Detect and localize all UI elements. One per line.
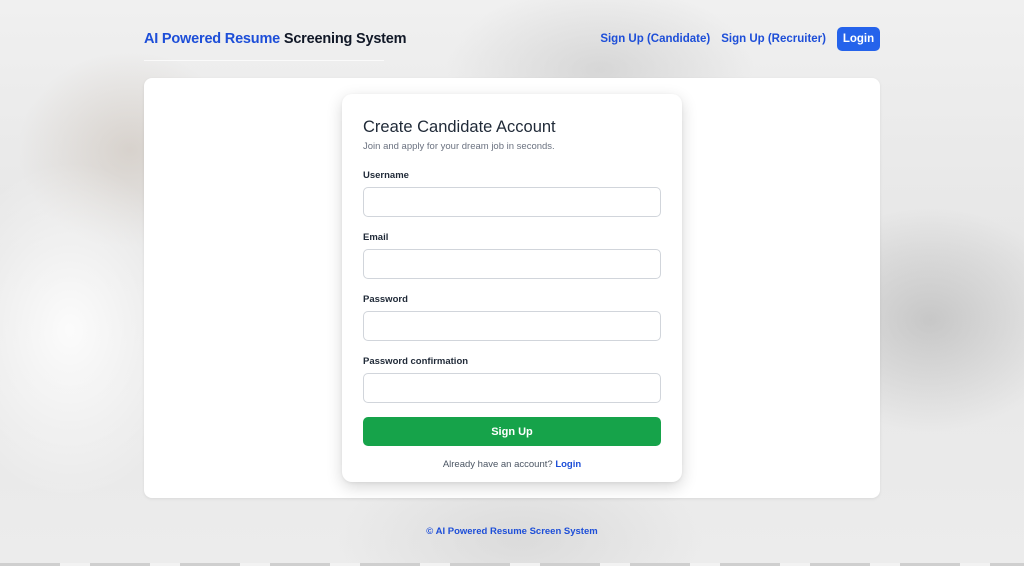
footer-text: AI Powered Resume Screen System bbox=[435, 526, 598, 537]
brand-rest: Screening System bbox=[280, 31, 407, 47]
login-prompt-text: Already have an account? bbox=[442, 459, 553, 470]
username-field-group: Username bbox=[363, 170, 661, 217]
brand-underline bbox=[144, 60, 384, 61]
form-subtitle: Join and apply for your dream job in sec… bbox=[363, 141, 555, 152]
footer: © AI Powered Resume Screen System bbox=[0, 526, 1024, 537]
password-confirmation-input[interactable] bbox=[363, 373, 661, 403]
username-label: Username bbox=[363, 170, 409, 181]
nav-signup-recruiter-link[interactable]: Sign Up (Recruiter) bbox=[721, 33, 826, 45]
username-input[interactable] bbox=[363, 187, 661, 217]
copyright-symbol: © bbox=[426, 526, 434, 537]
signup-card: Create Candidate Account Join and apply … bbox=[342, 94, 682, 482]
brand-highlight: AI Powered Resume bbox=[144, 31, 281, 47]
top-nav: Sign Up (Candidate) Sign Up (Recruiter) … bbox=[600, 27, 880, 51]
password-label: Password bbox=[363, 294, 408, 305]
signup-submit-button[interactable]: Sign Up bbox=[363, 417, 661, 446]
password-confirmation-label: Password confirmation bbox=[363, 356, 469, 367]
nav-signup-candidate-link[interactable]: Sign Up (Candidate) bbox=[600, 33, 710, 45]
brand-logo-text[interactable]: AI Powered Resume Screening System bbox=[144, 31, 407, 47]
password-input[interactable] bbox=[363, 311, 661, 341]
nav-login-button[interactable]: Login bbox=[837, 27, 880, 51]
login-link[interactable]: Login bbox=[555, 459, 581, 470]
login-prompt: Already have an account? Login bbox=[363, 459, 661, 470]
email-label: Email bbox=[363, 232, 389, 243]
email-field-group: Email bbox=[363, 232, 661, 279]
password-confirmation-field-group: Password confirmation bbox=[363, 356, 661, 403]
form-title: Create Candidate Account bbox=[363, 118, 556, 136]
password-field-group: Password bbox=[363, 294, 661, 341]
email-input[interactable] bbox=[363, 249, 661, 279]
